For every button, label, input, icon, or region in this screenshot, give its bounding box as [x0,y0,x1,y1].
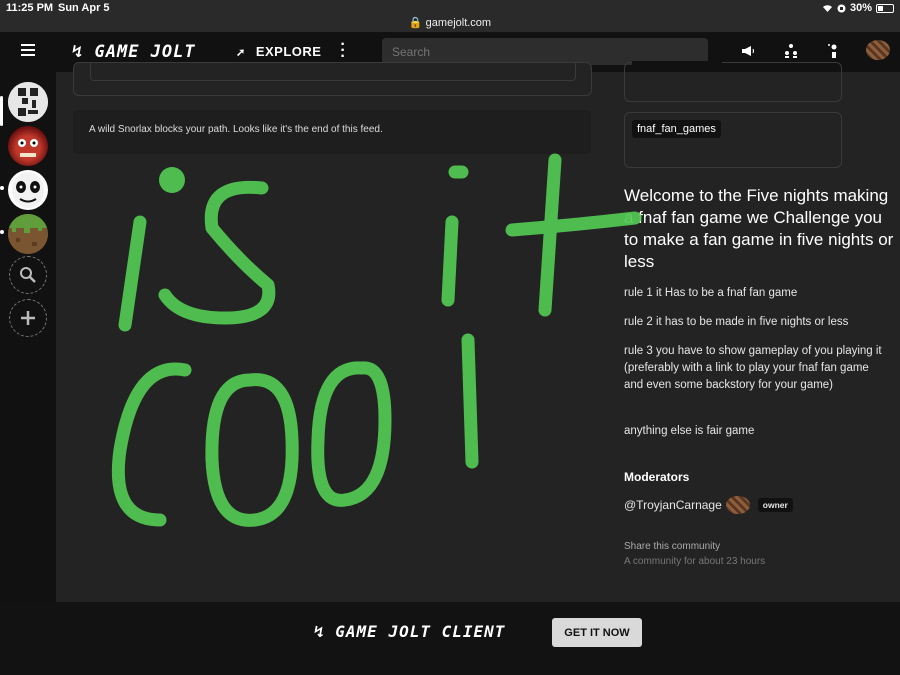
community-description: Welcome to the Five nights making a fnaf… [624,186,894,271]
grass-block-icon [8,214,48,254]
moderator-name[interactable]: @TroyjanCarnage [624,498,722,512]
orientation-lock-icon [837,4,846,12]
unread-dot [0,186,4,190]
rule-2: rule 2 it has to be made in five nights … [624,316,849,328]
animatronic-icon [18,139,38,157]
menu-icon[interactable] [21,44,35,56]
battery-percent: 30% [849,2,872,14]
date: Sun Apr 5 [58,2,110,14]
moderator-avatar[interactable] [725,496,750,514]
device-status-bar: 11:25 PM Sun Apr 5 30% [0,0,900,16]
rule-3: rule 3 you have to show gameplay of you … [624,345,882,391]
discover-communities-button[interactable] [9,256,47,294]
more-icon[interactable]: · · · [339,37,347,65]
wifi-icon [822,4,832,12]
status-indicators: 30% [822,2,894,14]
explore-icon: ➚ [236,47,246,59]
community-qr[interactable] [8,82,48,122]
unread-dot [0,230,4,234]
community-puppet[interactable] [8,170,48,210]
rule-4: anything else is fair game [624,425,755,437]
get-it-now-button[interactable]: GET IT NOW [552,618,642,647]
puppet-mask-icon [12,172,44,208]
gamejolt-logo[interactable]: ↯ GAME JOLT [72,42,196,62]
feed-end-message: A wild Snorlax blocks your path. Looks l… [73,110,591,154]
address-bar[interactable]: 🔒 gamejolt.com [0,16,900,32]
megaphone-icon[interactable] [740,43,756,59]
bolt-icon: ↯ [314,622,325,641]
community-card-top [624,61,842,102]
community-minecraft[interactable] [8,214,48,254]
address-domain: gamejolt.com [425,17,492,29]
rule-1: rule 1 it Has to be a fnaf fan game [624,287,798,299]
previous-post-card[interactable] [73,62,592,96]
client-promo-banner: ↯ GAME JOLT CLIENT GET IT NOW [0,602,900,675]
active-indicator [0,96,3,126]
explore-label: EXPLORE [255,44,322,59]
share-community-link[interactable]: Share this community [624,541,720,552]
add-community-button[interactable] [9,299,47,337]
community-sidebar [0,72,56,602]
moderator-row[interactable]: @TroyjanCarnage owner [624,496,793,514]
community-fnaf[interactable] [8,126,48,166]
client-logo: ↯ GAME JOLT CLIENT [314,622,505,641]
search-icon [20,267,36,283]
bolt-icon: ↯ [72,42,84,62]
activity-icon[interactable] [826,43,842,59]
battery-icon [876,3,894,13]
channel-tag[interactable]: fnaf_fan_games [632,120,721,138]
qr-icon [8,82,48,122]
moderators-heading: Moderators [624,470,690,484]
community-age: A community for about 23 hours [624,556,766,567]
owner-badge: owner [757,498,793,512]
logo-text: GAME JOLT [94,42,196,62]
community-channel-card[interactable]: fnaf_fan_games [624,112,842,168]
friends-icon[interactable] [783,43,799,59]
add-icon [21,311,35,325]
explore-link[interactable]: ➚ EXPLORE [236,44,321,59]
user-avatar[interactable] [866,40,890,60]
main-content: A wild Snorlax blocks your path. Looks l… [56,61,900,602]
clock: 11:25 PM [6,2,54,14]
client-logo-text: GAME JOLT CLIENT [335,622,506,641]
lock-icon: 🔒 [408,17,423,29]
